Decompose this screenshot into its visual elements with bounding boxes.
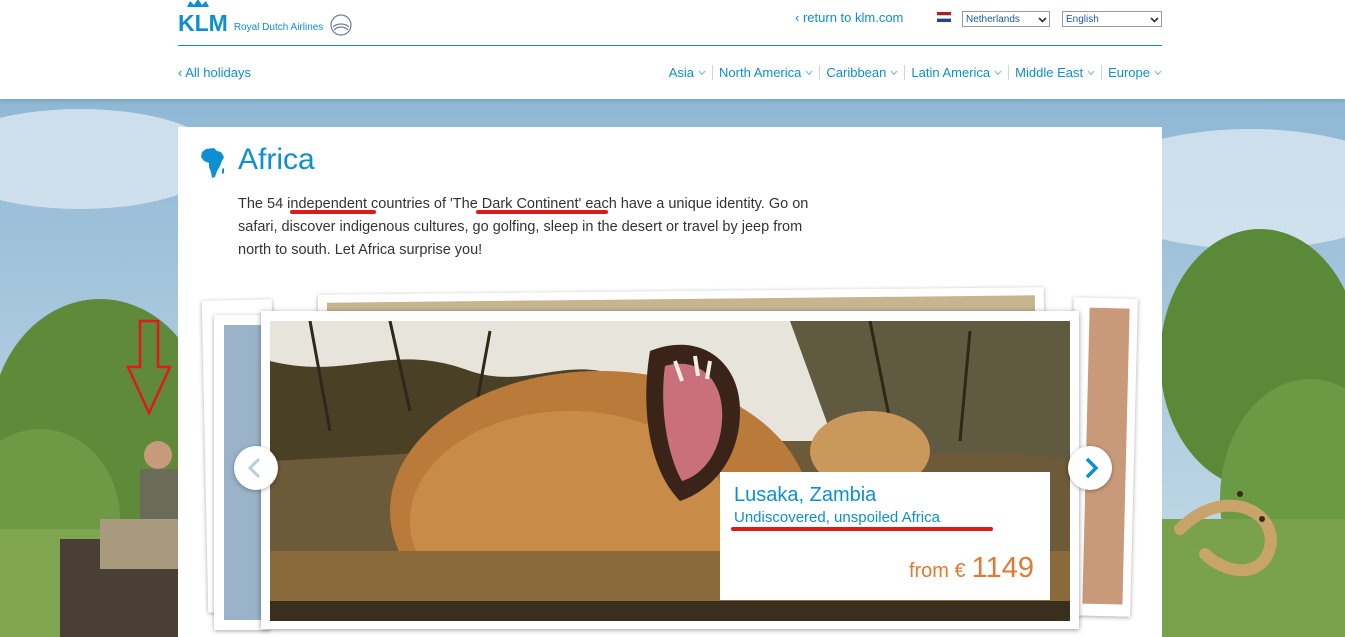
chevron-down-icon (890, 70, 898, 75)
destination-tagline: Undiscovered, unspoiled Africa (734, 509, 940, 526)
chevron-down-icon (1038, 17, 1047, 23)
language-select[interactable]: English (1062, 11, 1162, 27)
chevron-down-icon (994, 70, 1002, 75)
header-divider (178, 45, 1162, 46)
chevron-left-icon: ‹ (178, 65, 183, 80)
nav-item-europe[interactable]: Europe (1101, 65, 1162, 80)
nav-item-north-america[interactable]: North America (712, 65, 819, 80)
country-select[interactable]: Netherlands (962, 11, 1050, 27)
destination-title: Lusaka, Zambia (734, 484, 877, 506)
nav-item-caribbean[interactable]: Caribbean (819, 65, 904, 80)
nav-item-middle-east[interactable]: Middle East (1008, 65, 1101, 80)
chevron-right-icon (1085, 457, 1099, 479)
crown-icon (187, 0, 209, 7)
chevron-down-icon (1087, 70, 1095, 75)
chevron-left-icon: ‹ (795, 10, 800, 25)
annotation-underline (731, 527, 993, 531)
region-nav: Asia North America Caribbean Latin Ameri… (669, 65, 1162, 80)
logo-subtitle: Royal Dutch Airlines (233, 22, 324, 33)
price: from €1149 (909, 552, 1034, 585)
africa-map-icon (201, 148, 224, 178)
nav-item-latin-america[interactable]: Latin America (904, 65, 1008, 80)
price-from-label: from € (908, 560, 966, 582)
site-header: KLM Royal Dutch Airlines ‹ return to klm… (0, 0, 1345, 99)
annotation-underline (290, 210, 376, 214)
annotation-underline (476, 210, 608, 214)
chevron-down-icon (805, 70, 813, 75)
destination-caption[interactable]: Lusaka, Zambia Undiscovered, unspoiled A… (720, 472, 1050, 600)
chevron-down-icon (1150, 17, 1159, 23)
chevron-down-icon (698, 70, 706, 75)
carousel-next-button[interactable] (1068, 446, 1112, 490)
carousel-prev-button[interactable] (234, 446, 278, 490)
price-value: 1149 (971, 552, 1034, 584)
all-holidays-link[interactable]: ‹ All holidays (178, 65, 251, 80)
logo-text: KLM (178, 10, 228, 36)
netherlands-flag-icon (937, 12, 951, 22)
chevron-left-icon (247, 457, 261, 479)
nav-item-asia[interactable]: Asia (669, 65, 712, 80)
klm-logo[interactable]: KLM Royal Dutch Airlines (178, 0, 353, 36)
skyteam-icon (330, 14, 352, 36)
intro-text: The 54 independent countries of 'The Dar… (238, 196, 809, 258)
chevron-down-icon (1154, 70, 1162, 75)
return-to-klm-link[interactable]: ‹ return to klm.com (795, 10, 903, 25)
page-title: Africa (238, 143, 315, 176)
